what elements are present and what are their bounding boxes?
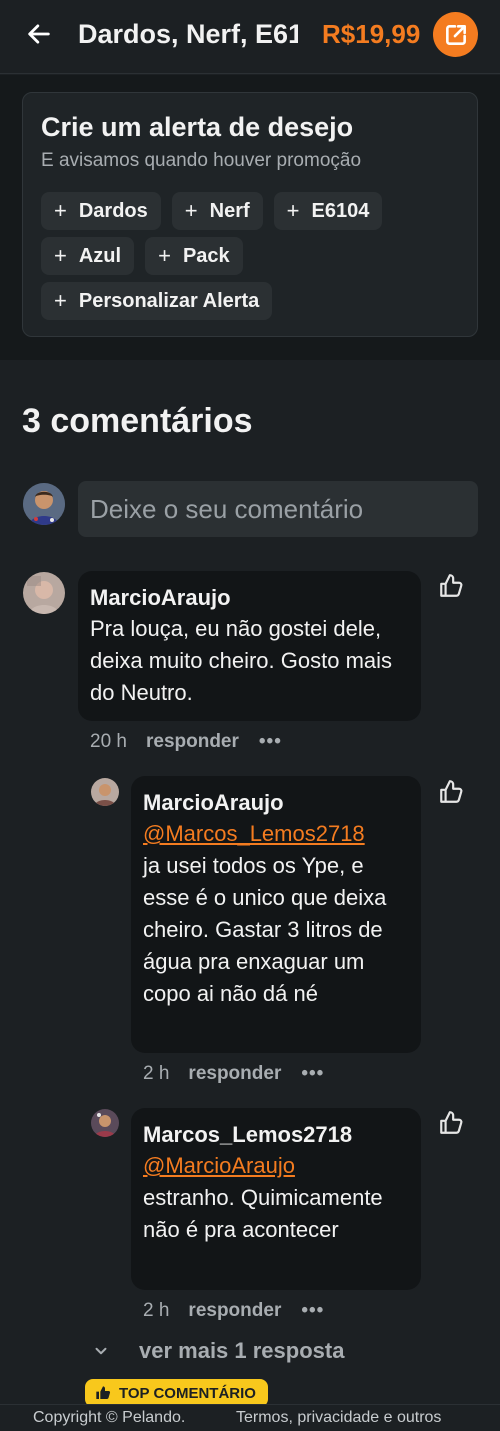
- plus-icon: +: [54, 243, 67, 268]
- top-comment-label: TOP COMENTÁRIO: [119, 1384, 256, 1402]
- comment-author[interactable]: Marcos_Lemos2718: [143, 1120, 409, 1150]
- comment-meta: 2 h responder •••: [143, 1298, 324, 1324]
- top-bar: Dardos, Nerf, E6104, Azul, Pack R$19,99: [0, 0, 500, 74]
- more-options-icon[interactable]: •••: [301, 1061, 324, 1087]
- alert-chip-azul[interactable]: + Azul: [41, 237, 135, 275]
- mention-link[interactable]: @Marcos_Lemos2718: [143, 818, 409, 850]
- personalize-alert-chip[interactable]: + Personalizar Alerta: [41, 282, 273, 320]
- alert-chips: + Dardos + Nerf + E6104 + Azul + Pack + Person…: [41, 192, 471, 320]
- wish-alert-section: Crie um alerta de desejo E avisamos quan…: [0, 75, 500, 360]
- like-icon[interactable]: [438, 779, 464, 805]
- alert-chip-pack[interactable]: + Pack: [145, 237, 243, 275]
- wish-alert-card: Crie um alerta de desejo E avisamos quan…: [22, 92, 478, 337]
- comment-bubble: Marcos_Lemos2718 @MarcioAraujo estranho.…: [131, 1108, 421, 1290]
- show-more-replies-label: ver mais 1 resposta: [139, 1338, 345, 1363]
- comment-author[interactable]: MarcioAraujo: [90, 583, 409, 613]
- thumbs-up-icon: [95, 1385, 111, 1401]
- comment-meta: 2 h responder •••: [143, 1061, 324, 1087]
- comment-time: 20 h: [90, 731, 127, 752]
- more-options-icon[interactable]: •••: [301, 1298, 324, 1324]
- comment-bubble: MarcioAraujo Pra louça, eu não gostei de…: [78, 571, 421, 721]
- chip-label: Pack: [182, 245, 230, 267]
- page-title: Dardos, Nerf, E6104, Azul, Pack: [78, 19, 298, 49]
- comment-input[interactable]: [78, 481, 478, 537]
- comment-text: estranho. Quimicamente não é pra acontec…: [143, 1185, 383, 1242]
- chip-label: Personalizar Alerta: [78, 290, 260, 312]
- avatar: [23, 483, 65, 525]
- external-link-icon: [445, 24, 466, 45]
- plus-icon: +: [158, 243, 171, 268]
- open-deal-button[interactable]: [433, 12, 478, 57]
- reply-button[interactable]: responder: [188, 1298, 281, 1324]
- plus-icon: +: [54, 198, 67, 223]
- like-icon[interactable]: [438, 1110, 464, 1136]
- avatar: [23, 572, 65, 614]
- like-icon[interactable]: [438, 573, 464, 599]
- more-options-icon[interactable]: •••: [259, 729, 282, 755]
- chip-label: Dardos: [78, 200, 148, 222]
- alert-title: Crie um alerta de desejo: [41, 112, 354, 142]
- comment-text: Pra louça, eu não gostei dele, deixa mui…: [90, 616, 393, 705]
- chip-label: Azul: [78, 245, 122, 267]
- comment-time: 2 h: [143, 1300, 170, 1321]
- plus-icon: +: [54, 288, 67, 313]
- terms-link[interactable]: Termos, privacidade e outros: [236, 1409, 441, 1427]
- comment-meta: 20 h responder •••: [90, 729, 282, 755]
- alert-chip-e6104[interactable]: + E6104: [273, 192, 383, 230]
- comments-heading: 3 comentários: [22, 402, 253, 440]
- back-arrow-icon[interactable]: [22, 17, 56, 51]
- copyright-text: Copyright © Pelando.: [33, 1409, 186, 1426]
- plus-icon: +: [286, 198, 300, 223]
- show-more-replies-button[interactable]: ver mais 1 resposta: [92, 1338, 344, 1364]
- footer: Copyright © Pelando. Termos, privacidade…: [0, 1404, 500, 1431]
- top-comment-badge: TOP COMENTÁRIO: [85, 1379, 268, 1407]
- alert-chip-dardos[interactable]: + Dardos: [41, 192, 161, 230]
- comment-text: ja usei todos os Ype, e esse é o unico q…: [143, 853, 387, 1006]
- avatar: [91, 778, 119, 806]
- chevron-down-icon: [92, 1342, 112, 1360]
- plus-icon: +: [184, 198, 198, 223]
- chip-label: Nerf: [209, 200, 250, 222]
- chip-label: E6104: [311, 200, 370, 222]
- deal-price: R$19,99: [322, 19, 421, 49]
- comment-time: 2 h: [143, 1063, 170, 1084]
- reply-button[interactable]: responder: [188, 1061, 281, 1087]
- mention-link[interactable]: @MarcioAraujo: [143, 1150, 409, 1182]
- alert-chip-nerf[interactable]: + Nerf: [171, 192, 263, 230]
- reply-button[interactable]: responder: [146, 729, 239, 755]
- comment-author[interactable]: MarcioAraujo: [143, 788, 409, 818]
- avatar: [91, 1109, 119, 1137]
- comment-bubble: MarcioAraujo @Marcos_Lemos2718 ja usei t…: [131, 776, 421, 1053]
- alert-subtitle: E avisamos quando houver promoção: [41, 150, 362, 171]
